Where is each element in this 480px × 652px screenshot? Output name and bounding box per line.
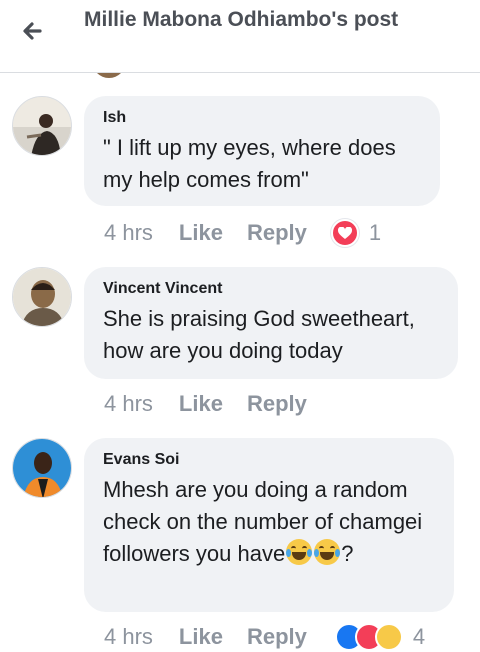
comment-actions: 4 hrs Like Reply 1 bbox=[104, 218, 381, 248]
comment-text-end: ? bbox=[341, 541, 354, 566]
avatar-photo bbox=[13, 97, 71, 155]
comment-actions: 4 hrs Like Reply 4 bbox=[104, 622, 425, 652]
comment-author[interactable]: Evans Soi bbox=[103, 450, 434, 470]
comment-timestamp[interactable]: 4 hrs bbox=[104, 391, 153, 417]
post-header: Millie Mabona Odhiambo's post bbox=[0, 0, 480, 73]
avatar[interactable] bbox=[12, 267, 72, 327]
reply-button[interactable]: Reply bbox=[247, 624, 307, 650]
comment-text: She is praising God sweetheart, how are … bbox=[103, 306, 415, 363]
reaction-summary[interactable]: 1 bbox=[330, 219, 382, 247]
avatar-photo bbox=[13, 268, 71, 326]
comment-bubble: Ish " I lift up my eyes, where does my h… bbox=[84, 96, 440, 206]
comment-actions: 4 hrs Like Reply bbox=[104, 389, 331, 419]
reaction-count: 1 bbox=[368, 220, 382, 245]
arrow-left-icon bbox=[23, 22, 42, 40]
reply-button[interactable]: Reply bbox=[247, 220, 307, 246]
page-title: Millie Mabona Odhiambo's post bbox=[84, 8, 399, 31]
comment-author[interactable]: Vincent Vincent bbox=[103, 279, 438, 299]
avatar[interactable] bbox=[12, 438, 72, 498]
comment-text: " I lift up my eyes, where does my help … bbox=[103, 135, 396, 192]
tears-of-joy-emoji-icon bbox=[314, 539, 341, 565]
avatar-photo bbox=[13, 439, 71, 497]
comment-bubble: Evans Soi Mhesh are you doing a random c… bbox=[84, 438, 454, 612]
comment-timestamp[interactable]: 4 hrs bbox=[104, 220, 153, 246]
avatar[interactable] bbox=[12, 96, 72, 156]
like-button[interactable]: Like bbox=[179, 220, 223, 246]
comment-text-body: Mhesh are you doing a random check on th… bbox=[103, 477, 423, 566]
comment-timestamp[interactable]: 4 hrs bbox=[104, 624, 153, 650]
reply-button[interactable]: Reply bbox=[247, 391, 307, 417]
tears-of-joy-emoji-icon bbox=[286, 539, 313, 565]
haha-reaction-icon bbox=[374, 623, 403, 651]
reaction-summary[interactable]: 4 bbox=[334, 623, 426, 651]
love-reaction-icon bbox=[330, 219, 359, 247]
comment-text: Mhesh are you doing a random check on th… bbox=[103, 474, 434, 570]
like-button[interactable]: Like bbox=[179, 624, 223, 650]
reaction-count: 4 bbox=[412, 624, 426, 649]
like-button[interactable]: Like bbox=[179, 391, 223, 417]
comment-bubble: Vincent Vincent She is praising God swee… bbox=[84, 267, 458, 379]
back-button[interactable] bbox=[18, 16, 54, 46]
comment-author[interactable]: Ish bbox=[103, 108, 420, 128]
